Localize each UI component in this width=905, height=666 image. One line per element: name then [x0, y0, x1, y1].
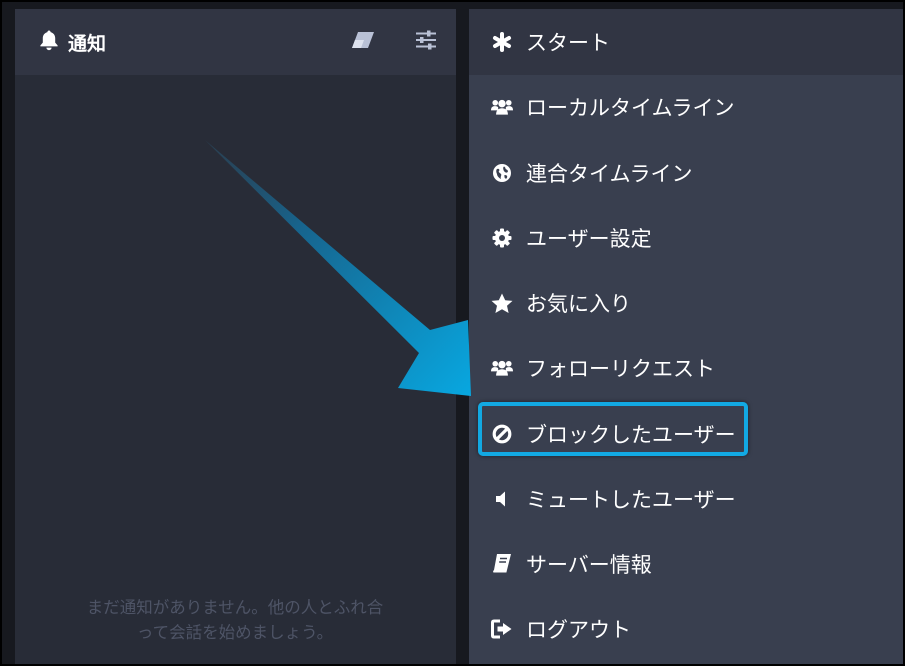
app-frame: 通知 まだ通知がありません。他の人とふれ合 って会話を始めましょう。 スタート … [0, 0, 905, 666]
notifications-column: 通知 まだ通知がありません。他の人とふれ合 って会話を始めましょう。 [15, 9, 456, 664]
menu-item-label: フォローリクエスト [526, 357, 715, 381]
menu-item-server-info[interactable]: サーバー情報 [469, 532, 903, 596]
menu-item-blocked-users[interactable]: ブロックしたユーザー [469, 402, 903, 466]
notifications-header[interactable]: 通知 [15, 9, 456, 75]
asterisk-icon [491, 31, 513, 53]
menu-item-label: ブロックしたユーザー [526, 423, 736, 447]
menu-item-label: 連合タイムライン [526, 162, 693, 186]
empty-message-line-1: まだ通知がありません。他の人とふれ合 [86, 598, 384, 617]
menu-item-federated-timeline[interactable]: 連合タイムライン [469, 141, 903, 205]
menu-item-muted-users[interactable]: ミュートしたユーザー [469, 467, 903, 531]
globe-icon [491, 162, 513, 184]
menu-item-start[interactable]: スタート [469, 9, 903, 75]
menu-item-follow-requests[interactable]: フォローリクエスト [469, 336, 903, 400]
notifications-heading[interactable]: 通知 [39, 27, 106, 57]
empty-message-line-2: って会話を始めましょう。 [136, 623, 334, 642]
star-icon [491, 292, 513, 314]
menu-item-favourites[interactable]: お気に入り [469, 271, 903, 335]
eraser-icon [350, 31, 376, 53]
menu-item-user-settings[interactable]: ユーザー設定 [469, 206, 903, 270]
sign-out-icon [491, 618, 513, 640]
empty-notifications-message: まだ通知がありません。他の人とふれ合 って会話を始めましょう。 [35, 595, 435, 645]
menu-item-logout[interactable]: ログアウト [469, 597, 903, 661]
menu-item-label: サーバー情報 [526, 553, 652, 577]
ban-icon [491, 423, 513, 445]
users-icon [491, 357, 513, 379]
menu-item-label: ミュートしたユーザー [526, 488, 736, 512]
menu-item-label: お気に入り [526, 292, 631, 316]
volume-off-icon [491, 488, 513, 510]
menu-item-label: ユーザー設定 [526, 227, 652, 251]
getting-started-menu: スタート ローカルタイムライン 連合タイムライン ユーザー設定 お気に入り フォ… [469, 9, 903, 664]
menu-item-label: スタート [526, 31, 610, 55]
book-icon [491, 553, 513, 575]
users-icon [491, 96, 513, 118]
menu-item-local-timeline[interactable]: ローカルタイムライン [469, 75, 903, 139]
bell-icon [39, 29, 59, 56]
menu-item-label: ローカルタイムライン [526, 96, 735, 120]
sliders-icon [415, 30, 437, 54]
menu-item-label: ログアウト [526, 618, 631, 642]
notifications-title: 通知 [68, 32, 107, 55]
notification-settings-button[interactable] [412, 29, 440, 55]
gear-icon [491, 227, 513, 249]
clear-notifications-button[interactable] [349, 29, 377, 55]
